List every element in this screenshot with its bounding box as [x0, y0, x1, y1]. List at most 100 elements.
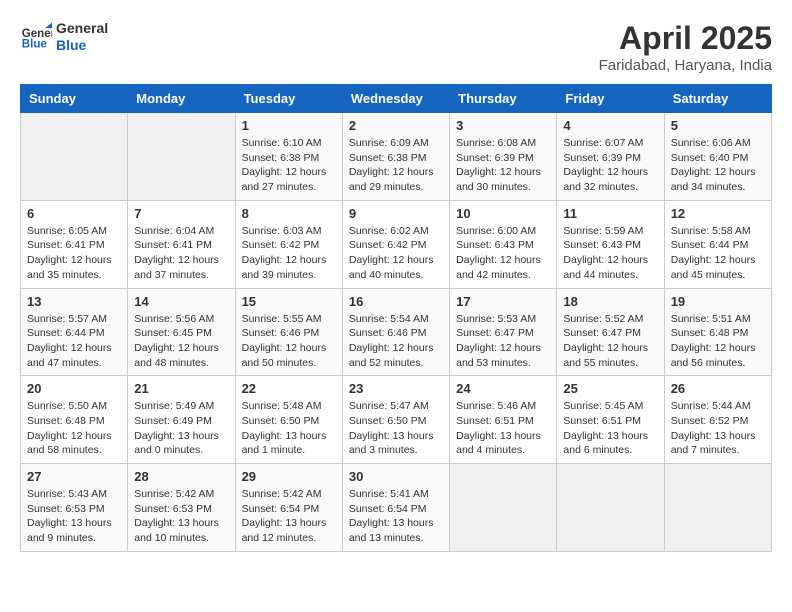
day-info: Sunrise: 5:44 AM Sunset: 6:52 PM Dayligh…: [671, 399, 765, 458]
day-number: 10: [456, 206, 550, 221]
day-of-week-header: Monday: [128, 85, 235, 113]
logo: General Blue General Blue: [20, 20, 108, 54]
logo-icon: General Blue: [20, 21, 52, 53]
day-number: 8: [242, 206, 336, 221]
day-number: 2: [349, 118, 443, 133]
calendar-cell: 13 Sunrise: 5:57 AM Sunset: 6:44 PM Dayli…: [21, 288, 128, 376]
day-info: Sunrise: 5:57 AM Sunset: 6:44 PM Dayligh…: [27, 312, 121, 371]
calendar-cell: 19 Sunrise: 5:51 AM Sunset: 6:48 PM Dayli…: [664, 288, 771, 376]
day-info: Sunrise: 5:53 AM Sunset: 6:47 PM Dayligh…: [456, 312, 550, 371]
calendar-cell: [450, 464, 557, 552]
day-number: 27: [27, 469, 121, 484]
day-of-week-header: Tuesday: [235, 85, 342, 113]
day-number: 25: [563, 381, 657, 396]
day-info: Sunrise: 5:41 AM Sunset: 6:54 PM Dayligh…: [349, 487, 443, 546]
calendar-cell: 30 Sunrise: 5:41 AM Sunset: 6:54 PM Dayli…: [342, 464, 449, 552]
svg-text:Blue: Blue: [22, 38, 48, 50]
calendar-cell: 6Sunrise: 6:05 AM Sunset: 6:41 PM Daylig…: [21, 200, 128, 288]
subtitle: Faridabad, Haryana, India: [599, 57, 772, 74]
day-info: Sunrise: 5:42 AM Sunset: 6:54 PM Dayligh…: [242, 487, 336, 546]
calendar-cell: 16 Sunrise: 5:54 AM Sunset: 6:46 PM Dayli…: [342, 288, 449, 376]
day-info: Sunrise: 5:55 AM Sunset: 6:46 PM Dayligh…: [242, 312, 336, 371]
day-of-week-header: Saturday: [664, 85, 771, 113]
day-number: 16: [349, 294, 443, 309]
day-info: Sunrise: 5:49 AM Sunset: 6:49 PM Dayligh…: [134, 399, 228, 458]
day-info: Sunrise: 5:51 AM Sunset: 6:48 PM Dayligh…: [671, 312, 765, 371]
calendar-week-row: 13 Sunrise: 5:57 AM Sunset: 6:44 PM Dayli…: [21, 288, 772, 376]
day-number: 20: [27, 381, 121, 396]
calendar-cell: [21, 113, 128, 201]
day-number: 19: [671, 294, 765, 309]
calendar-cell: 21 Sunrise: 5:49 AM Sunset: 6:49 PM Dayli…: [128, 376, 235, 464]
day-number: 13: [27, 294, 121, 309]
day-info: Sunrise: 5:56 AM Sunset: 6:45 PM Dayligh…: [134, 312, 228, 371]
day-info: Sunrise: 5:43 AM Sunset: 6:53 PM Dayligh…: [27, 487, 121, 546]
day-number: 30: [349, 469, 443, 484]
calendar-cell: 18Sunrise: 5:52 AM Sunset: 6:47 PM Dayli…: [557, 288, 664, 376]
calendar-cell: 10 Sunrise: 6:00 AM Sunset: 6:43 PM Dayli…: [450, 200, 557, 288]
calendar-cell: 25 Sunrise: 5:45 AM Sunset: 6:51 PM Dayli…: [557, 376, 664, 464]
day-info: Sunrise: 5:54 AM Sunset: 6:46 PM Dayligh…: [349, 312, 443, 371]
calendar-cell: 4 Sunrise: 6:07 AM Sunset: 6:39 PM Daylig…: [557, 113, 664, 201]
day-number: 29: [242, 469, 336, 484]
calendar-cell: 24 Sunrise: 5:46 AM Sunset: 6:51 PM Dayli…: [450, 376, 557, 464]
day-info: Sunrise: 5:58 AM Sunset: 6:44 PM Dayligh…: [671, 224, 765, 283]
day-info: Sunrise: 5:47 AM Sunset: 6:50 PM Dayligh…: [349, 399, 443, 458]
day-number: 24: [456, 381, 550, 396]
day-number: 7: [134, 206, 228, 221]
day-info: Sunrise: 5:45 AM Sunset: 6:51 PM Dayligh…: [563, 399, 657, 458]
calendar-week-row: 1 Sunrise: 6:10 AM Sunset: 6:38 PM Daylig…: [21, 113, 772, 201]
calendar: SundayMondayTuesdayWednesdayThursdayFrid…: [20, 84, 772, 552]
day-info: Sunrise: 6:07 AM Sunset: 6:39 PM Dayligh…: [563, 136, 657, 195]
day-number: 9: [349, 206, 443, 221]
header: General Blue General Blue April 2025 Far…: [20, 20, 772, 74]
calendar-cell: [128, 113, 235, 201]
day-info: Sunrise: 6:06 AM Sunset: 6:40 PM Dayligh…: [671, 136, 765, 195]
day-of-week-header: Friday: [557, 85, 664, 113]
calendar-cell: [557, 464, 664, 552]
day-number: 14: [134, 294, 228, 309]
calendar-cell: 23 Sunrise: 5:47 AM Sunset: 6:50 PM Dayli…: [342, 376, 449, 464]
day-info: Sunrise: 6:08 AM Sunset: 6:39 PM Dayligh…: [456, 136, 550, 195]
day-info: Sunrise: 6:00 AM Sunset: 6:43 PM Dayligh…: [456, 224, 550, 283]
calendar-cell: 5 Sunrise: 6:06 AM Sunset: 6:40 PM Daylig…: [664, 113, 771, 201]
calendar-cell: 9Sunrise: 6:02 AM Sunset: 6:42 PM Daylig…: [342, 200, 449, 288]
day-of-week-header: Wednesday: [342, 85, 449, 113]
day-info: Sunrise: 6:10 AM Sunset: 6:38 PM Dayligh…: [242, 136, 336, 195]
calendar-cell: 27 Sunrise: 5:43 AM Sunset: 6:53 PM Dayli…: [21, 464, 128, 552]
main-title: April 2025: [599, 20, 772, 57]
day-info: Sunrise: 5:42 AM Sunset: 6:53 PM Dayligh…: [134, 487, 228, 546]
logo-line2: Blue: [56, 37, 108, 54]
day-number: 3: [456, 118, 550, 133]
day-number: 28: [134, 469, 228, 484]
calendar-cell: 17 Sunrise: 5:53 AM Sunset: 6:47 PM Dayli…: [450, 288, 557, 376]
day-of-week-header: Sunday: [21, 85, 128, 113]
calendar-cell: 20 Sunrise: 5:50 AM Sunset: 6:48 PM Dayli…: [21, 376, 128, 464]
calendar-cell: 14 Sunrise: 5:56 AM Sunset: 6:45 PM Dayli…: [128, 288, 235, 376]
calendar-cell: 29 Sunrise: 5:42 AM Sunset: 6:54 PM Dayli…: [235, 464, 342, 552]
calendar-cell: 8Sunrise: 6:03 AM Sunset: 6:42 PM Daylig…: [235, 200, 342, 288]
day-number: 17: [456, 294, 550, 309]
day-number: 1: [242, 118, 336, 133]
calendar-cell: 26 Sunrise: 5:44 AM Sunset: 6:52 PM Dayli…: [664, 376, 771, 464]
calendar-cell: 2 Sunrise: 6:09 AM Sunset: 6:38 PM Daylig…: [342, 113, 449, 201]
day-info: Sunrise: 6:09 AM Sunset: 6:38 PM Dayligh…: [349, 136, 443, 195]
calendar-cell: 11Sunrise: 5:59 AM Sunset: 6:43 PM Dayli…: [557, 200, 664, 288]
day-info: Sunrise: 5:46 AM Sunset: 6:51 PM Dayligh…: [456, 399, 550, 458]
day-number: 26: [671, 381, 765, 396]
calendar-cell: 7Sunrise: 6:04 AM Sunset: 6:41 PM Daylig…: [128, 200, 235, 288]
day-number: 18: [563, 294, 657, 309]
day-info: Sunrise: 5:48 AM Sunset: 6:50 PM Dayligh…: [242, 399, 336, 458]
day-info: Sunrise: 5:50 AM Sunset: 6:48 PM Dayligh…: [27, 399, 121, 458]
day-number: 5: [671, 118, 765, 133]
day-number: 4: [563, 118, 657, 133]
logo-line1: General: [56, 20, 108, 37]
day-number: 21: [134, 381, 228, 396]
day-of-week-header: Thursday: [450, 85, 557, 113]
day-number: 22: [242, 381, 336, 396]
calendar-cell: [664, 464, 771, 552]
day-info: Sunrise: 5:59 AM Sunset: 6:43 PM Dayligh…: [563, 224, 657, 283]
day-number: 23: [349, 381, 443, 396]
day-info: Sunrise: 6:05 AM Sunset: 6:41 PM Dayligh…: [27, 224, 121, 283]
calendar-cell: 22 Sunrise: 5:48 AM Sunset: 6:50 PM Dayli…: [235, 376, 342, 464]
